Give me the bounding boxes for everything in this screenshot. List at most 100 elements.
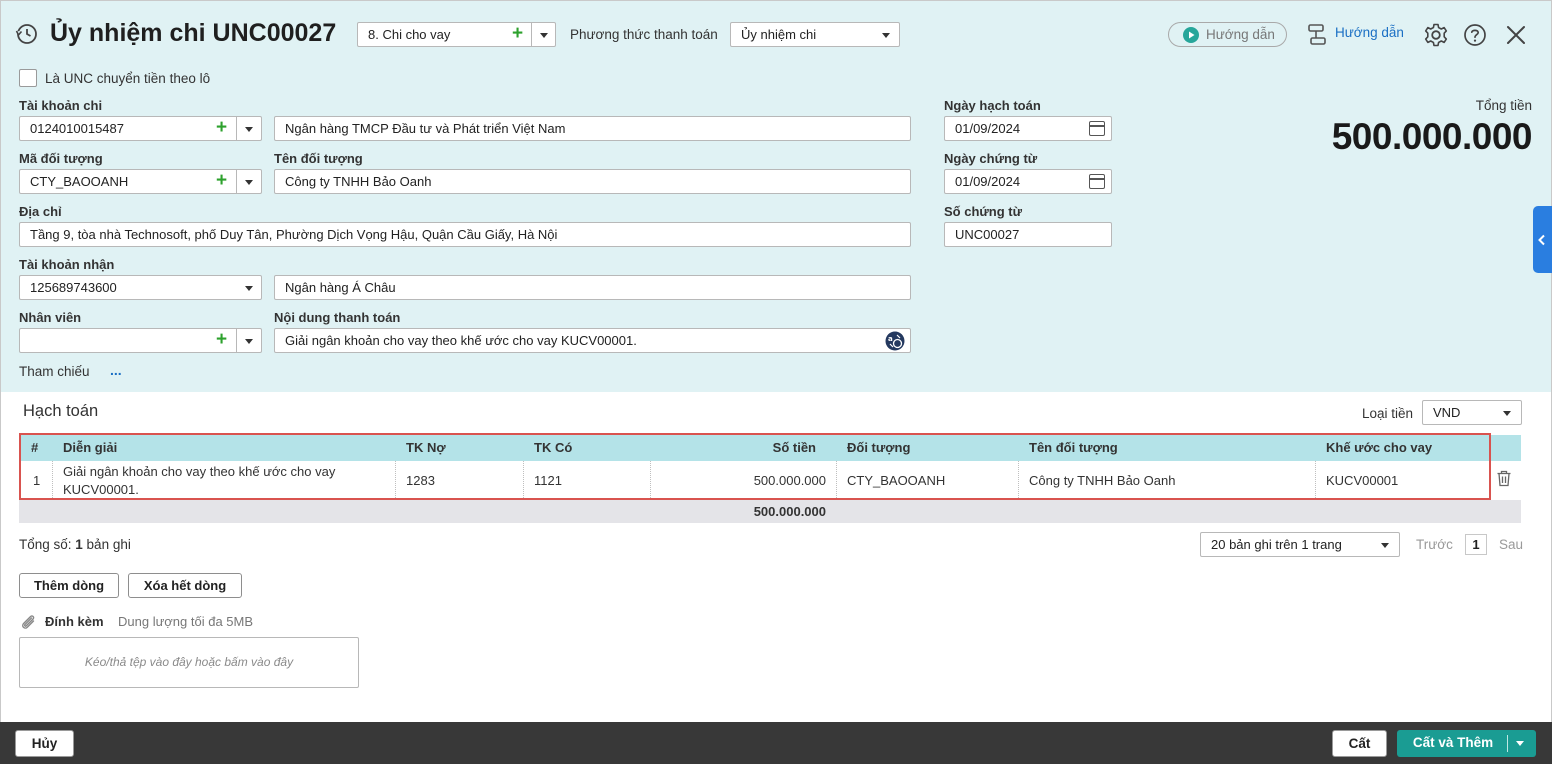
column-header-amount[interactable]: Số tiền: [660, 440, 816, 455]
trash-icon[interactable]: [1496, 470, 1512, 487]
chevron-down-icon[interactable]: [245, 339, 253, 344]
column-header-object[interactable]: Đối tượng: [847, 440, 910, 455]
clear-rows-button[interactable]: Xóa hết dòng: [128, 573, 242, 598]
guide-video-button[interactable]: Hướng dẫn: [1168, 22, 1287, 47]
voucher-date-label: Ngày chứng từ: [944, 151, 1038, 166]
voucher-number-value: UNC00027: [955, 227, 1020, 242]
prev-page-button[interactable]: Trước: [1416, 537, 1453, 552]
column-header-credit-account[interactable]: TK Có: [534, 440, 572, 455]
cancel-button[interactable]: Hủy: [15, 730, 74, 757]
page-size-value: 20 bản ghi trên 1 trang: [1211, 537, 1342, 552]
column-divider: [1315, 461, 1316, 498]
row-number: 1: [33, 473, 41, 488]
chevron-down-icon: [882, 33, 890, 38]
chevron-left-icon: [1538, 234, 1545, 246]
total-label: Tổng tiền: [1475, 98, 1532, 113]
calendar-icon[interactable]: [1089, 174, 1105, 189]
row-object-name[interactable]: Công ty TNHH Bảo Oanh: [1029, 473, 1175, 488]
guide-link[interactable]: Hướng dẫn: [1335, 25, 1404, 40]
voucher-type-value: 8. Chi cho vay: [368, 27, 451, 42]
row-description-line1[interactable]: Giải ngân khoản cho vay theo khế ước cho…: [63, 464, 335, 479]
calendar-icon[interactable]: [1089, 121, 1105, 136]
column-header-description[interactable]: Diễn giải: [63, 440, 117, 455]
row-loan-contract[interactable]: KUCV00001: [1326, 473, 1398, 488]
payment-content-field[interactable]: Giải ngân khoản cho vay theo khế ước cho…: [274, 328, 911, 353]
employee-label: Nhân viên: [19, 310, 82, 325]
column-header-object-name[interactable]: Tên đối tượng: [1029, 440, 1118, 455]
footer-bar: [0, 722, 1552, 764]
payment-method-select[interactable]: Ủy nhiệm chi: [730, 22, 900, 47]
translate-icon[interactable]: a: [885, 331, 905, 351]
voucher-number-field[interactable]: UNC00027: [944, 222, 1112, 247]
receiving-account-label: Tài khoản nhận: [19, 257, 115, 272]
column-divider: [650, 461, 651, 498]
close-icon[interactable]: [1506, 25, 1526, 45]
chevron-down-icon[interactable]: [245, 127, 253, 132]
reference-label: Tham chiếu: [19, 364, 90, 379]
total-amount: 500.000.000: [1331, 116, 1533, 157]
sum-amount: 500.000.000: [753, 504, 826, 519]
add-row-button[interactable]: Thêm dòng: [19, 573, 119, 598]
voucher-type-combobox[interactable]: 8. Chi cho vay: [357, 22, 556, 47]
row-amount[interactable]: 500.000.000: [660, 473, 826, 488]
reference-more-link[interactable]: ...: [110, 362, 122, 378]
paying-bank-field[interactable]: Ngân hàng TMCP Đầu tư và Phát triển Việt…: [274, 116, 911, 141]
page-size-select[interactable]: 20 bản ghi trên 1 trang: [1200, 532, 1400, 557]
currency-value: VND: [1433, 405, 1461, 420]
payment-method-label: Phương thức thanh toán: [570, 27, 718, 42]
column-header-no: #: [31, 440, 39, 455]
receiving-bank-field[interactable]: Ngân hàng Á Châu: [274, 275, 911, 300]
window-border-left: [0, 392, 1, 722]
help-icon[interactable]: [1463, 23, 1487, 47]
row-debit-account[interactable]: 1283: [406, 473, 435, 488]
batch-transfer-checkbox[interactable]: [19, 69, 37, 87]
guide-icon[interactable]: [1306, 23, 1328, 47]
divider: [236, 117, 237, 140]
chevron-down-icon[interactable]: [1516, 741, 1524, 746]
plus-icon[interactable]: +: [216, 330, 227, 350]
receiving-account-value: 125689743600: [30, 280, 117, 295]
save-and-add-button[interactable]: Cất và Thêm: [1397, 730, 1536, 757]
row-credit-account[interactable]: 1121: [534, 473, 562, 488]
voucher-date-value: 01/09/2024: [955, 174, 1021, 189]
record-count-number: 1: [75, 537, 83, 552]
receiving-account-select[interactable]: 125689743600: [19, 275, 262, 300]
record-count-suffix: bản ghi: [82, 537, 131, 552]
history-icon[interactable]: [15, 22, 39, 46]
save-and-add-label: Cất và Thêm: [1412, 735, 1494, 750]
posting-date-value: 01/09/2024: [955, 121, 1021, 136]
attachment-dropzone[interactable]: Kéo/thả tệp vào đây hoặc bấm vào đây: [19, 637, 359, 688]
plus-icon[interactable]: +: [216, 118, 227, 138]
page-title: Ủy nhiệm chi UNC00027: [50, 19, 337, 47]
chevron-down-icon[interactable]: [540, 33, 548, 38]
payment-content-label: Nội dung thanh toán: [274, 310, 401, 325]
chevron-down-icon[interactable]: [245, 180, 253, 185]
paying-account-value: 0124010015487: [30, 121, 124, 136]
plus-icon[interactable]: +: [216, 171, 227, 191]
address-field[interactable]: Tầng 9, tòa nhà Technosoft, phố Duy Tân,…: [19, 222, 911, 247]
voucher-date-field[interactable]: 01/09/2024: [944, 169, 1112, 194]
paying-bank-value: Ngân hàng TMCP Đầu tư và Phát triển Việt…: [285, 121, 566, 136]
side-panel-toggle[interactable]: [1533, 206, 1552, 273]
accounting-section-title: Hạch toán: [23, 402, 99, 420]
current-page-button[interactable]: 1: [1465, 534, 1487, 555]
column-header-debit-account[interactable]: TK Nợ: [406, 440, 446, 455]
batch-transfer-label: Là UNC chuyển tiền theo lô: [45, 71, 211, 86]
payment-method-value: Ủy nhiệm chi: [741, 27, 817, 42]
posting-date-field[interactable]: 01/09/2024: [944, 116, 1112, 141]
record-count-prefix: Tổng số:: [19, 537, 76, 552]
plus-icon[interactable]: +: [512, 24, 523, 44]
object-name-label: Tên đối tượng: [274, 151, 363, 166]
row-object-code[interactable]: CTY_BAOOANH: [847, 473, 945, 488]
next-page-button[interactable]: Sau: [1499, 537, 1523, 552]
object-name-field[interactable]: Công ty TNHH Bảo Oanh: [274, 169, 911, 194]
paperclip-icon: [22, 615, 35, 629]
row-description-line2[interactable]: KUCV00001.: [63, 482, 139, 497]
column-header-loan-contract[interactable]: Khế ước cho vay: [1326, 440, 1432, 455]
paying-account-label: Tài khoản chi: [19, 98, 103, 113]
voucher-number-label: Số chứng từ: [944, 204, 1023, 219]
save-button[interactable]: Cất: [1332, 730, 1387, 757]
object-code-value: CTY_BAOOANH: [30, 174, 129, 189]
gear-icon[interactable]: [1423, 22, 1449, 48]
divider: [531, 23, 532, 46]
